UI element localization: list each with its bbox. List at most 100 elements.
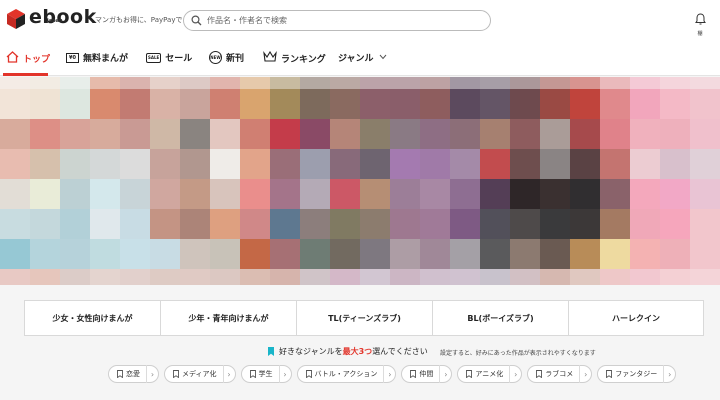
- banner-mosaic-tile: [120, 179, 150, 209]
- banner-mosaic-tile: [480, 209, 510, 239]
- banner-mosaic-tile: [690, 149, 720, 179]
- banner-mosaic-tile: [180, 149, 210, 179]
- nav-sale-label: セール: [165, 54, 193, 64]
- banner-mosaic-tile: [420, 89, 450, 119]
- banner-mosaic-tile: [510, 269, 540, 285]
- search-box[interactable]: [183, 10, 491, 31]
- banner-mosaic-tile: [630, 77, 660, 89]
- banner-mosaic-tile: [510, 179, 540, 209]
- search-input[interactable]: [207, 13, 477, 28]
- tag-chip[interactable]: バトル・アクション ›: [296, 365, 397, 383]
- genre-tl-button[interactable]: TL(ティーンズラブ): [296, 300, 432, 336]
- chevron-right-icon[interactable]: ›: [509, 365, 521, 383]
- banner-mosaic-tile: [30, 179, 60, 209]
- banner-mosaic-tile: [300, 149, 330, 179]
- banner-mosaic-tile: [570, 149, 600, 179]
- chevron-right-icon[interactable]: ›: [222, 365, 235, 383]
- bookmark-icon: [268, 347, 274, 356]
- nav-genre[interactable]: ジャンル: [338, 51, 387, 64]
- banner-mosaic-tile: [270, 179, 300, 209]
- banner-mosaic-tile: [570, 269, 600, 285]
- nav-ranking[interactable]: ランキング: [263, 50, 326, 65]
- banner-mosaic-tile: [330, 239, 360, 269]
- banner-mosaic-tile: [30, 77, 60, 89]
- chevron-right-icon[interactable]: ›: [383, 365, 395, 383]
- banner-mosaic-tile: [120, 149, 150, 179]
- banner-mosaic-tile: [150, 239, 180, 269]
- banner-mosaic-tile: [120, 269, 150, 285]
- banner-mosaic-tile: [690, 179, 720, 209]
- tag-chip-row: 恋愛 › メディア化 › 学生 › バトル・アクション › 仲間 › アニメ化 › ラブコメ › ファンタジ…: [108, 365, 681, 383]
- banner-mosaic-tile: [570, 239, 600, 269]
- banner-mosaic-tile: [150, 77, 180, 89]
- banner-mosaic-tile: [60, 77, 90, 89]
- banner-mosaic-tile: [390, 77, 420, 89]
- banner-mosaic-tile: [570, 77, 600, 89]
- banner-mosaic-tile: [180, 77, 210, 89]
- banner-mosaic-tile: [390, 209, 420, 239]
- tag-chip[interactable]: メディア化 ›: [164, 365, 236, 383]
- banner-mosaic-tile: [180, 89, 210, 119]
- banner-mosaic-tile: [510, 89, 540, 119]
- nav-new-release-label: 新刊: [226, 54, 245, 64]
- tag-chip[interactable]: 仲間 ›: [401, 365, 453, 383]
- tag-chip[interactable]: ファンタジー ›: [597, 365, 677, 383]
- banner-mosaic-tile: [600, 89, 630, 119]
- banner-mosaic-tile: [660, 149, 690, 179]
- banner-mosaic-tile: [420, 269, 450, 285]
- banner-mosaic-tile: [180, 179, 210, 209]
- chevron-right-icon[interactable]: ›: [579, 365, 591, 383]
- banner-mosaic-tile: [30, 269, 60, 285]
- banner-mosaic-tile: [540, 149, 570, 179]
- banner-mosaic-tile: [270, 77, 300, 89]
- banner-mosaic-tile: [90, 149, 120, 179]
- banner-mosaic-tile: [60, 209, 90, 239]
- banner-mosaic-tile: [480, 149, 510, 179]
- tag-chip-label: 仲間: [419, 370, 434, 378]
- banner-mosaic-tile: [660, 119, 690, 149]
- hero-banner-carousel[interactable]: [0, 77, 720, 285]
- nav-new-release[interactable]: NEW 新刊: [209, 51, 244, 64]
- chevron-right-icon[interactable]: ›: [663, 365, 675, 383]
- banner-mosaic-tile: [90, 89, 120, 119]
- nav-sale[interactable]: SALE セール: [146, 51, 192, 64]
- chevron-right-icon[interactable]: ›: [146, 365, 158, 383]
- banner-mosaic-tile: [270, 269, 300, 285]
- genre-bl-button[interactable]: BL(ボーイズラブ): [432, 300, 568, 336]
- banner-mosaic-tile: [510, 77, 540, 89]
- banner-mosaic-tile: [690, 89, 720, 119]
- banner-mosaic-tile: [0, 239, 30, 269]
- tag-chip[interactable]: 恋愛 ›: [108, 365, 159, 383]
- banner-mosaic-tile: [630, 209, 660, 239]
- hint-text-post: 選んでください: [372, 347, 428, 356]
- tag-chip[interactable]: アニメ化 ›: [457, 365, 523, 383]
- banner-mosaic-tile: [150, 269, 180, 285]
- genre-harlequin-button[interactable]: ハーレクイン: [568, 300, 704, 336]
- banner-mosaic-tile: [330, 149, 360, 179]
- chevron-right-icon[interactable]: ›: [439, 365, 451, 383]
- banner-mosaic-tile: [60, 89, 90, 119]
- banner-mosaic-tile: [420, 209, 450, 239]
- banner-mosaic-tile: [270, 239, 300, 269]
- chevron-right-icon[interactable]: ›: [278, 365, 291, 383]
- genre-shojo-button[interactable]: 少女・女性向けまんが: [24, 300, 160, 336]
- bookshelf-label: 棚: [697, 31, 703, 37]
- banner-mosaic-tile: [570, 89, 600, 119]
- bookshelf-button[interactable]: 棚: [690, 10, 710, 37]
- banner-mosaic-tile: [630, 179, 660, 209]
- tag-chip-label: メディア化: [182, 370, 217, 378]
- banner-mosaic-tile: [270, 209, 300, 239]
- banner-mosaic-tile: [660, 209, 690, 239]
- banner-mosaic-tile: [450, 269, 480, 285]
- nav-free-manga[interactable]: ¥0 無料まんが: [66, 51, 128, 64]
- banner-mosaic-tile: [180, 239, 210, 269]
- banner-mosaic-tile: [660, 89, 690, 119]
- sale-icon: SALE: [146, 52, 162, 63]
- banner-mosaic-tile: [510, 239, 540, 269]
- banner-mosaic-tile: [60, 179, 90, 209]
- tag-chip[interactable]: ラブコメ ›: [527, 365, 593, 383]
- genre-shonen-button[interactable]: 少年・青年向けまんが: [160, 300, 296, 336]
- banner-mosaic-tile: [540, 209, 570, 239]
- tag-chip[interactable]: 学生 ›: [240, 365, 292, 383]
- nav-top[interactable]: トップ: [6, 51, 50, 66]
